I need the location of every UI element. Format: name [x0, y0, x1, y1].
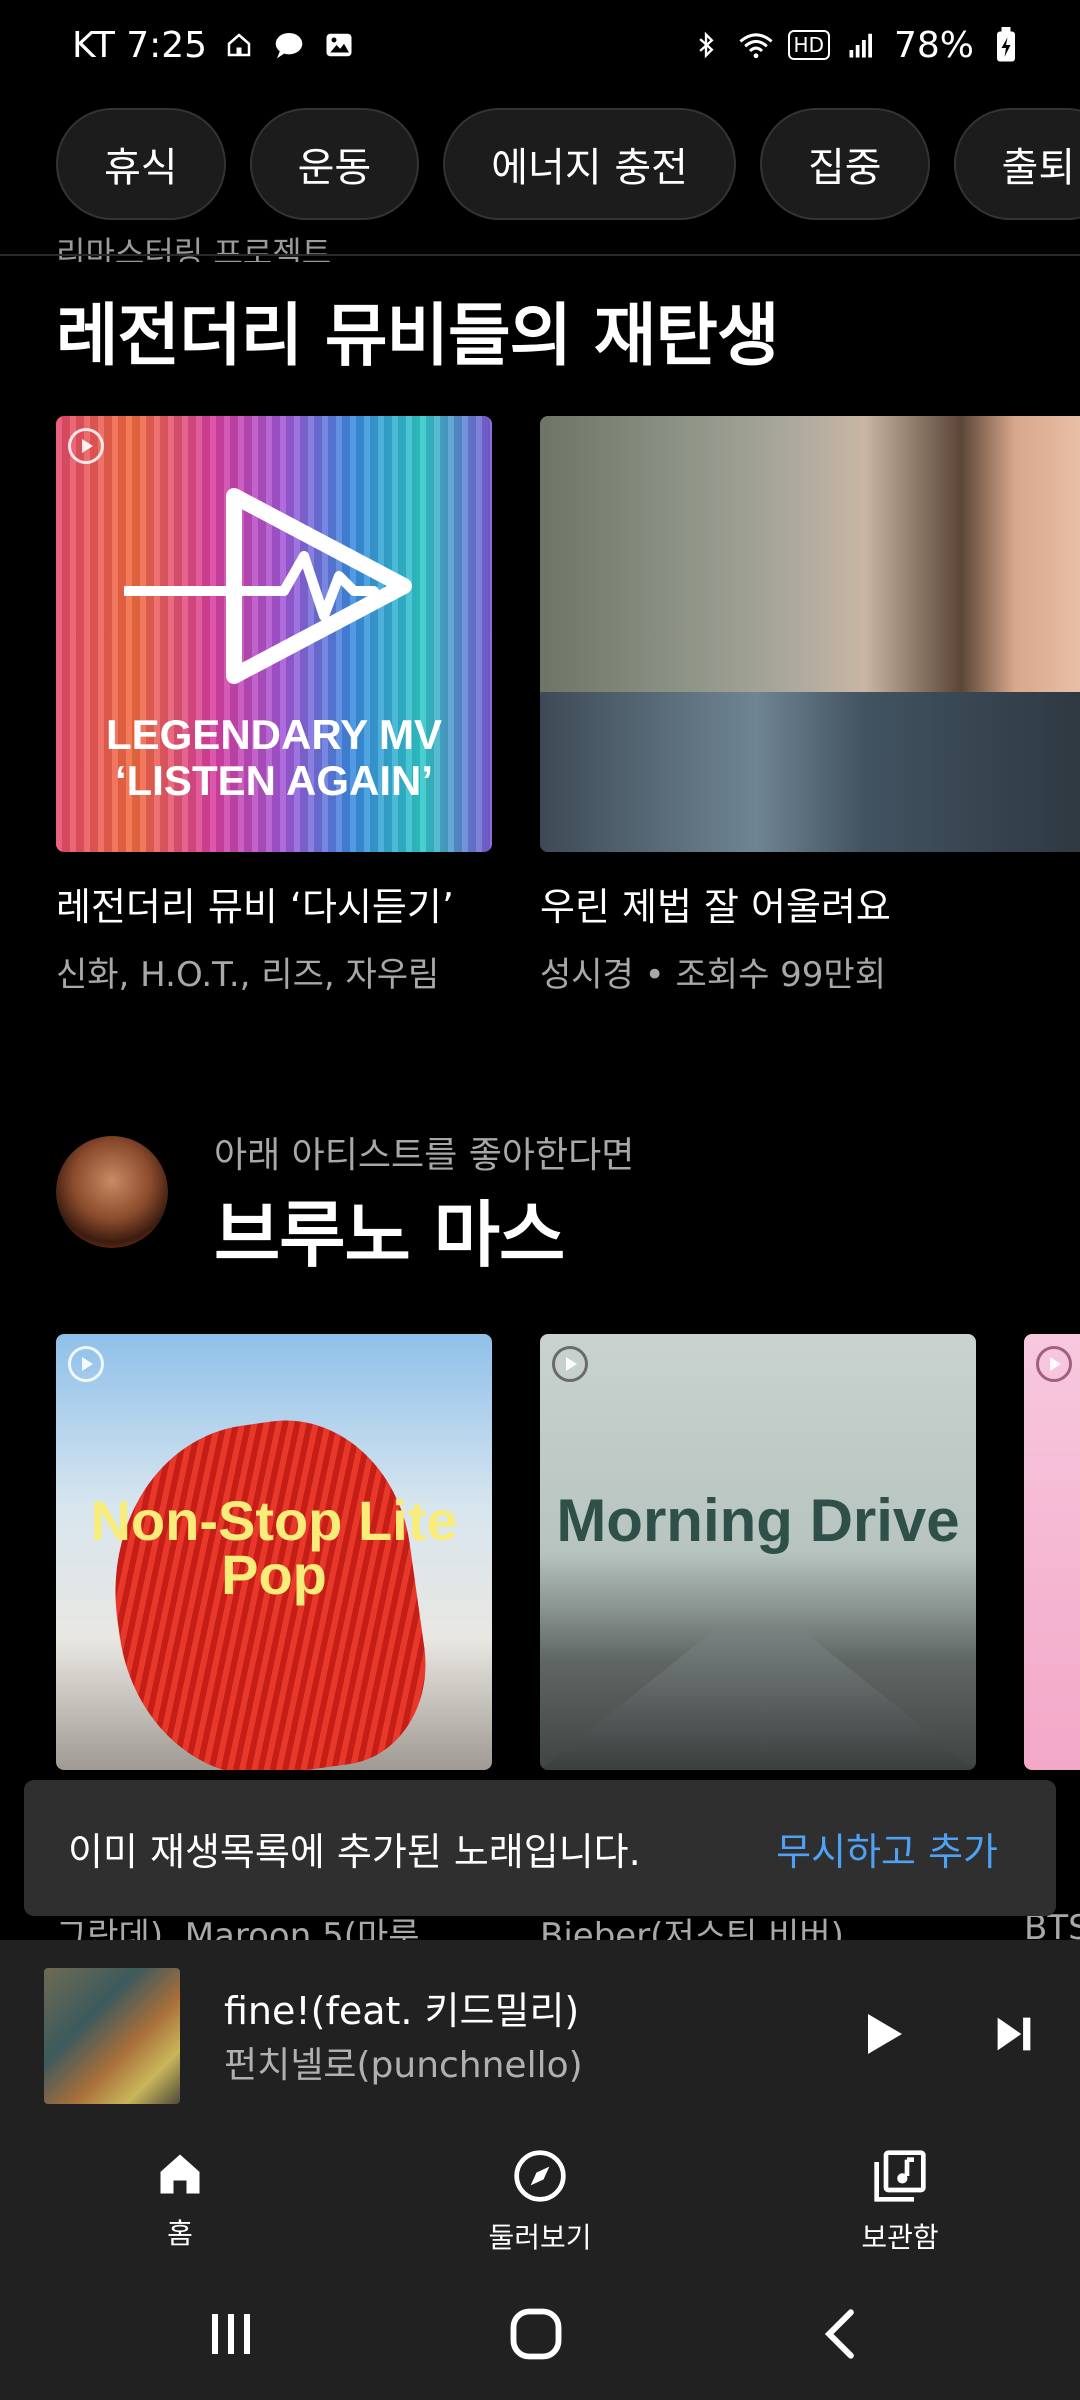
chip-commute[interactable]: 출퇴 — [953, 108, 1080, 220]
snackbar: 이미 재생목록에 추가된 노래입니다. 무시하고 추가 — [24, 1780, 1056, 1916]
nav-label: 보관함 — [861, 2221, 939, 2254]
skip-next-icon — [997, 2017, 1031, 2051]
nav-library[interactable]: 보관함 — [800, 2148, 1000, 2256]
playlist-card-legendary[interactable]: LEGENDARY MV ‘LISTEN AGAIN’ 레전더리 뮤비 ‘다시듣… — [56, 416, 492, 996]
nav-label: 홈 — [167, 2217, 193, 2250]
track-title: fine!(feat. 키드밀리) — [224, 1989, 580, 2033]
section-title: 레전더리 뮤비들의 재탄생 — [56, 297, 780, 376]
bluetooth-icon — [688, 27, 724, 63]
card-subtitle: 신화, H.O.T., 리즈, 자우림 — [56, 955, 440, 995]
home-status-icon — [221, 27, 257, 63]
carrier-time: KT 7:25 — [72, 24, 208, 66]
back-button[interactable] — [800, 2304, 880, 2364]
mood-chips: 휴식 운동 에너지 충전 집중 출퇴 — [56, 108, 1080, 220]
compass-icon — [514, 2150, 566, 2202]
bottom-nav: 홈 둘러보기 보관함 — [0, 2130, 1080, 2270]
recents-icon — [212, 2314, 250, 2354]
status-bar: KT 7:25 HD 78% — [0, 0, 1080, 90]
section-title[interactable]: 브루노 마스 — [214, 1176, 565, 1281]
home-system-icon — [510, 2308, 562, 2360]
home-icon — [160, 2154, 200, 2194]
play-button[interactable] — [856, 2006, 912, 2062]
battery-percent: 78% — [893, 24, 974, 66]
playlist-cover: Non-Stop Lite Pop — [56, 1334, 492, 1770]
playlist-cover: LEGENDARY MV ‘LISTEN AGAIN’ — [56, 416, 492, 852]
playlist-card-partial[interactable] — [1024, 1334, 1080, 1770]
play-icon — [868, 2014, 902, 2054]
chips-divider — [0, 254, 1080, 256]
video-card-seongsigyeong[interactable]: 우린 제법 잘 어울려요 성시경 • 조회수 99만회 — [540, 416, 1080, 996]
wifi-icon — [738, 27, 774, 63]
hd-voice-badge: HD — [787, 30, 830, 60]
playlist-card-nonstop[interactable]: Non-Stop Lite Pop — [56, 1334, 492, 1770]
chip-focus[interactable]: 집중 — [759, 108, 930, 220]
mini-player[interactable]: fine!(feat. 키드밀리) 펀치넬로(punchnello) — [0, 1940, 1080, 2130]
section-eyebrow: 리마스터링 프로젝트 — [56, 234, 332, 262]
card-title: 레전더리 뮤비 ‘다시듣기’ — [56, 885, 454, 929]
nav-label: 둘러보기 — [488, 2221, 592, 2254]
cover-text: Morning Drive — [556, 1487, 960, 1554]
signal-icon — [844, 27, 880, 63]
recents-button[interactable] — [192, 2304, 272, 2364]
back-icon — [824, 2309, 854, 2359]
nav-explore[interactable]: 둘러보기 — [440, 2148, 640, 2256]
thumbnail-shirt — [540, 692, 1080, 852]
cover-text: LEGENDARY MV ‘LISTEN AGAIN’ — [105, 711, 443, 804]
cover-photo — [540, 1630, 976, 1770]
cover-text: Non-Stop Lite Pop — [90, 1489, 458, 1606]
play-pulse-icon — [124, 488, 412, 684]
snackbar-message: 이미 재생목록에 추가된 노래입니다. — [68, 1829, 641, 1874]
card-title: 우린 제법 잘 어울려요 — [540, 885, 891, 929]
chip-rest[interactable]: 휴식 — [56, 108, 226, 220]
chat-bubble-icon — [271, 27, 307, 63]
play-badge-icon — [68, 1346, 104, 1382]
track-artist: 펀치넬로(punchnello) — [224, 2045, 583, 2086]
gallery-icon — [321, 27, 357, 63]
video-thumbnail — [540, 416, 1080, 852]
add-anyway-button[interactable]: 무시하고 추가 — [776, 1821, 998, 1876]
play-badge-icon — [68, 428, 104, 464]
chip-energize[interactable]: 에너지 충전 — [443, 108, 736, 220]
status-right: HD 78% — [688, 25, 1024, 66]
home-system-button[interactable] — [496, 2304, 576, 2364]
play-badge-icon — [1036, 1346, 1072, 1382]
playlist-cover — [1024, 1334, 1080, 1770]
artist-avatar[interactable] — [56, 1136, 168, 1248]
play-badge-icon — [552, 1346, 588, 1382]
playlist-card-morning-drive[interactable]: Morning Drive — [540, 1334, 976, 1770]
chip-workout[interactable]: 운동 — [249, 108, 420, 220]
battery-icon — [988, 27, 1024, 63]
status-left: KT 7:25 — [72, 25, 357, 66]
nav-home[interactable]: 홈 — [80, 2148, 280, 2252]
next-button[interactable] — [986, 2006, 1042, 2062]
section-eyebrow: 아래 아티스트를 좋아한다면 — [214, 1135, 635, 1176]
playlist-cover: Morning Drive — [540, 1334, 976, 1770]
card-subtitle: 성시경 • 조회수 99만회 — [540, 955, 886, 995]
library-icon — [874, 2150, 926, 2202]
system-nav-bar — [0, 2270, 1080, 2400]
album-art — [44, 1968, 180, 2104]
